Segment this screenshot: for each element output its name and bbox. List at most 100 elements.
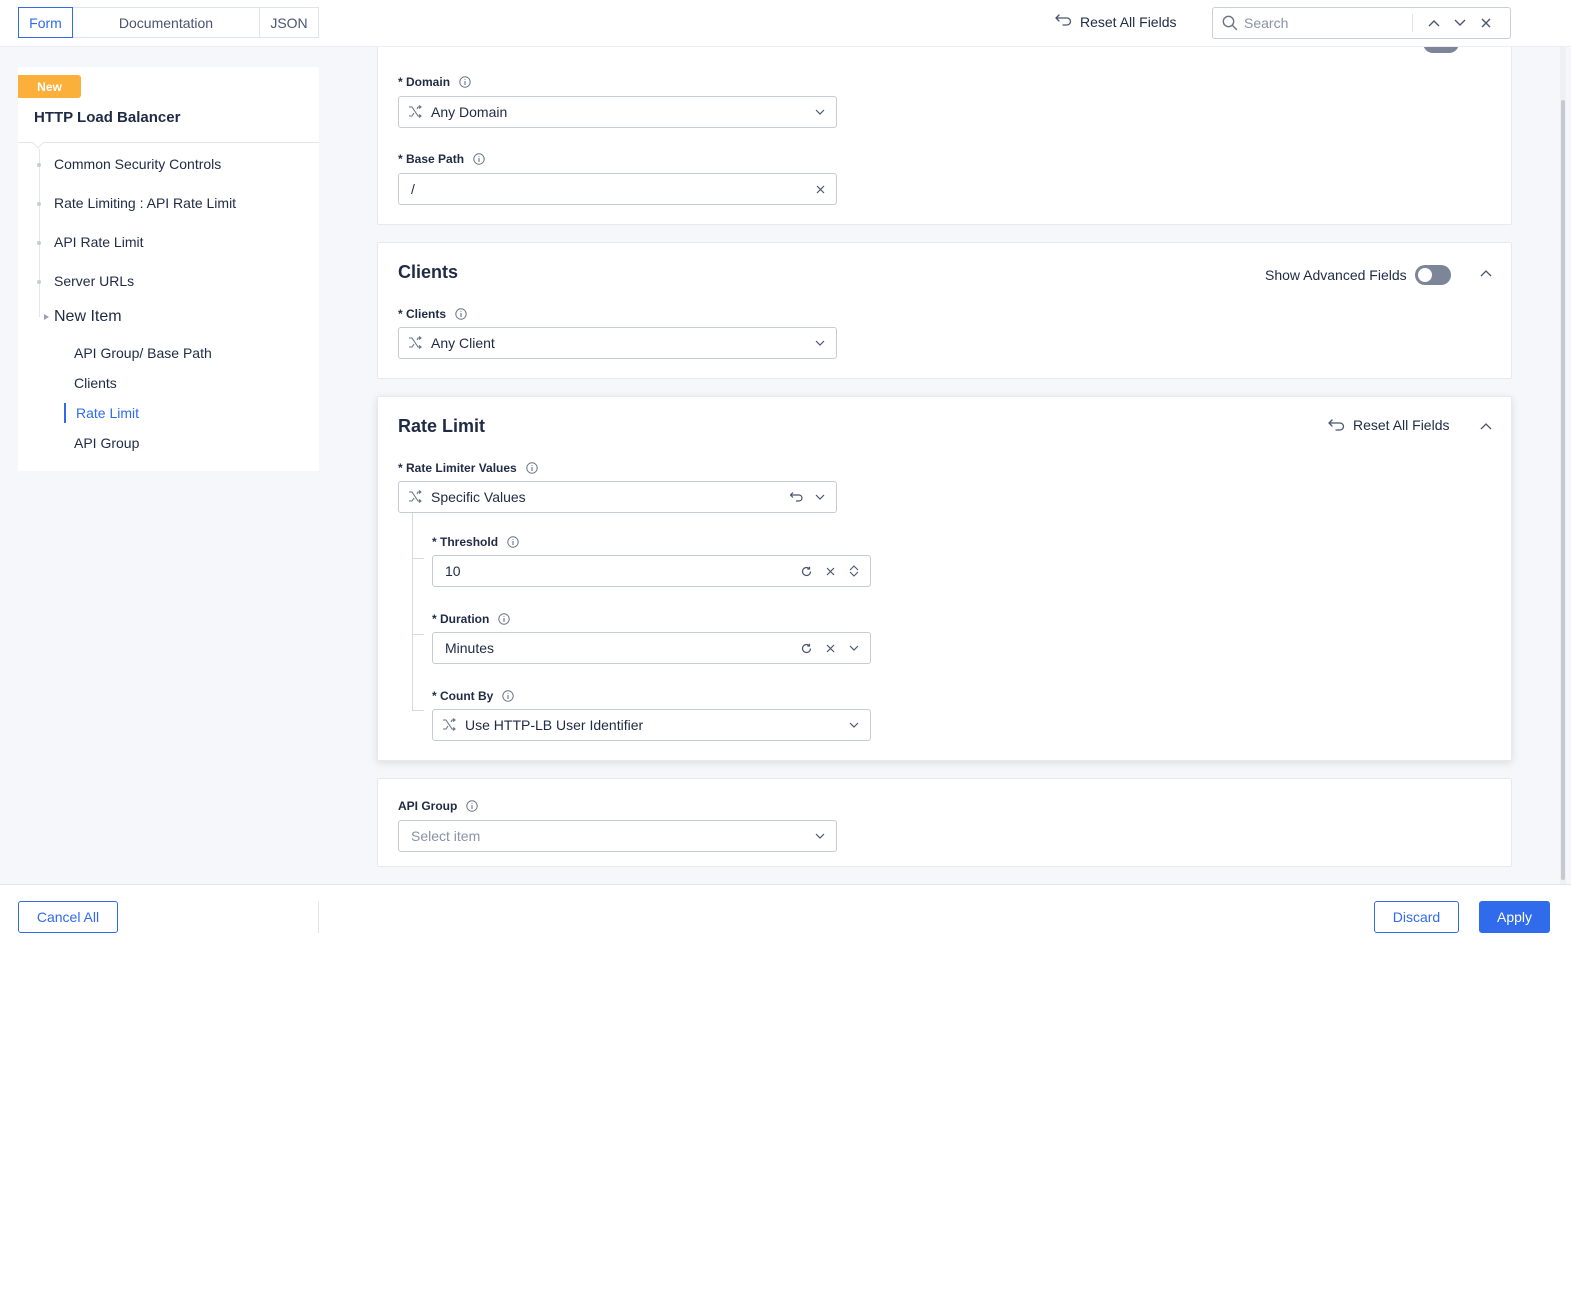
rate-limiter-values-label: * Rate Limiter Values bbox=[398, 461, 538, 475]
api-group-placeholder: Select item bbox=[411, 828, 481, 844]
base-path-input[interactable]: / bbox=[398, 173, 837, 205]
info-icon[interactable] bbox=[466, 800, 479, 812]
nested-branch bbox=[412, 710, 424, 711]
merge-icon bbox=[399, 105, 431, 119]
threshold-input[interactable]: 10 bbox=[432, 555, 871, 587]
undo-icon[interactable] bbox=[784, 485, 808, 509]
info-icon[interactable] bbox=[507, 536, 519, 548]
chevron-down-icon bbox=[842, 636, 866, 660]
nested-branch bbox=[412, 634, 424, 635]
show-advanced-fields: Show Advanced Fields bbox=[1265, 265, 1451, 285]
expand-arrow-icon bbox=[44, 314, 49, 320]
merge-icon bbox=[433, 718, 465, 732]
base-path-label: * Base Path bbox=[398, 152, 485, 166]
merge-icon bbox=[399, 490, 431, 504]
reset-icon bbox=[1054, 13, 1080, 30]
chevron-down-icon bbox=[808, 331, 832, 355]
base-path-value: / bbox=[411, 181, 415, 197]
advanced-fields-toggle[interactable] bbox=[1414, 265, 1451, 285]
merge-icon bbox=[399, 336, 431, 350]
required-mark: * bbox=[432, 689, 437, 703]
search-prev-button[interactable] bbox=[1421, 10, 1447, 36]
info-icon[interactable] bbox=[455, 308, 467, 320]
view-tabs: Form Documentation JSON bbox=[18, 7, 319, 38]
clear-icon[interactable] bbox=[808, 177, 832, 201]
rate-limit-reset-label: Reset All Fields bbox=[1353, 417, 1450, 433]
clear-icon[interactable] bbox=[818, 559, 842, 583]
nav-subitem-api-group-base-path[interactable]: API Group/ Base Path bbox=[74, 345, 212, 361]
info-icon[interactable] bbox=[502, 690, 515, 702]
collapse-clients-button[interactable] bbox=[1476, 263, 1496, 283]
active-indicator bbox=[64, 403, 66, 423]
section-navigation: New HTTP Load Balancer Common Security C… bbox=[18, 67, 319, 471]
api-group-label-text: API Group bbox=[398, 799, 458, 813]
duration-value: Minutes bbox=[445, 640, 495, 656]
info-icon[interactable] bbox=[498, 613, 511, 625]
nav-subitem-api-group[interactable]: API Group bbox=[74, 435, 139, 451]
scrollbar-thumb[interactable] bbox=[1561, 100, 1565, 880]
required-mark: * bbox=[398, 152, 403, 166]
info-icon[interactable] bbox=[459, 76, 471, 88]
tab-form[interactable]: Form bbox=[18, 7, 73, 38]
threshold-value: 10 bbox=[445, 563, 461, 579]
chevron-down-icon bbox=[1454, 19, 1466, 26]
domain-value: Any Domain bbox=[431, 104, 508, 120]
reset-icon bbox=[1327, 418, 1345, 432]
required-mark: * bbox=[432, 535, 437, 549]
search-next-button[interactable] bbox=[1447, 10, 1473, 36]
domain-label: * Domain bbox=[398, 75, 471, 89]
duration-label-text: Duration bbox=[440, 612, 490, 626]
rate-limit-reset-button[interactable]: Reset All Fields bbox=[1327, 417, 1449, 433]
discard-button[interactable]: Discard bbox=[1374, 901, 1459, 933]
refresh-icon[interactable] bbox=[794, 559, 818, 583]
info-icon[interactable] bbox=[473, 153, 485, 165]
app-root: Form Documentation JSON Reset All Fields bbox=[0, 0, 1571, 1300]
collapse-rate-limit-button[interactable] bbox=[1476, 416, 1496, 436]
number-stepper[interactable] bbox=[842, 559, 866, 583]
nav-subitem-clients[interactable]: Clients bbox=[74, 375, 117, 391]
required-mark: * bbox=[398, 75, 403, 89]
api-group-select[interactable]: Select item bbox=[398, 820, 837, 852]
nav-item-api-rate-limit[interactable]: API Rate Limit bbox=[54, 234, 143, 250]
clients-label-text: Clients bbox=[406, 307, 447, 321]
tab-documentation[interactable]: Documentation bbox=[72, 7, 260, 38]
api-group-section: API Group Select item bbox=[377, 778, 1512, 867]
rate-limit-section: Rate Limit Reset All Fields * Rate Limit… bbox=[377, 396, 1512, 761]
apply-button[interactable]: Apply bbox=[1479, 901, 1550, 933]
nested-branch bbox=[412, 558, 424, 559]
clients-section: Clients Show Advanced Fields * Clients A… bbox=[377, 242, 1512, 379]
threshold-label-text: Threshold bbox=[440, 535, 499, 549]
nav-item-rate-limiting[interactable]: Rate Limiting : API Rate Limit bbox=[54, 195, 236, 211]
nav-subitem-rate-limit[interactable]: Rate Limit bbox=[76, 405, 139, 421]
info-icon[interactable] bbox=[526, 462, 538, 474]
nav-tree-line bbox=[39, 149, 40, 317]
clients-title: Clients bbox=[398, 262, 459, 282]
nav-item-new-item[interactable]: New Item bbox=[54, 308, 122, 326]
reset-all-fields-button[interactable]: Reset All Fields bbox=[1054, 13, 1176, 30]
stepper-down-icon bbox=[849, 571, 859, 577]
nav-dot bbox=[37, 202, 41, 206]
refresh-icon[interactable] bbox=[794, 636, 818, 660]
duration-select[interactable]: Minutes bbox=[432, 632, 871, 664]
search-clear-button[interactable] bbox=[1473, 10, 1499, 36]
nav-title: HTTP Load Balancer bbox=[34, 109, 181, 126]
new-badge: New bbox=[18, 75, 81, 98]
count-by-value: Use HTTP-LB User Identifier bbox=[465, 717, 644, 733]
nav-dot bbox=[37, 280, 41, 284]
clear-icon[interactable] bbox=[818, 636, 842, 660]
rate-limiter-values-select[interactable]: Specific Values bbox=[398, 481, 837, 513]
search-input[interactable] bbox=[1244, 15, 1412, 31]
domain-select[interactable]: Any Domain bbox=[398, 96, 837, 128]
clients-value: Any Client bbox=[431, 335, 495, 351]
footer-bar: Cancel All Discard Apply bbox=[0, 884, 1571, 948]
tab-json[interactable]: JSON bbox=[259, 7, 319, 38]
clients-select[interactable]: Any Client bbox=[398, 327, 837, 359]
nav-dot bbox=[37, 241, 41, 245]
count-by-select[interactable]: Use HTTP-LB User Identifier bbox=[432, 709, 871, 741]
chevron-down-icon bbox=[808, 485, 832, 509]
nav-dot bbox=[37, 163, 41, 167]
nav-item-server-urls[interactable]: Server URLs bbox=[54, 273, 134, 289]
cancel-all-button[interactable]: Cancel All bbox=[18, 901, 118, 933]
search-divider bbox=[1412, 14, 1413, 32]
nav-item-common-security-controls[interactable]: Common Security Controls bbox=[54, 156, 221, 172]
